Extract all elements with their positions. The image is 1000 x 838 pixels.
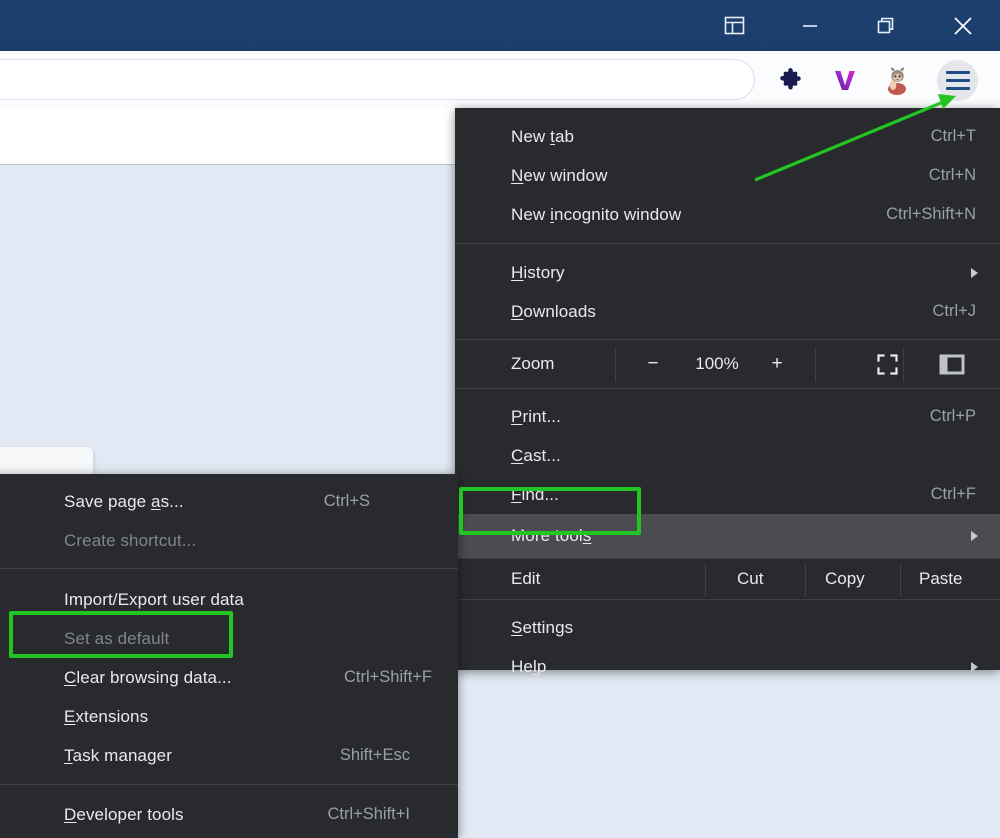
menu-row-zoom: Zoom − 100% + — [455, 339, 1000, 389]
menu-item-label: New tab — [511, 126, 575, 146]
side-panel-icon[interactable] — [903, 354, 1000, 375]
menu-item-accelerator: Shift+Esc — [339, 746, 410, 764]
menu-item-help[interactable]: Help — [455, 647, 1000, 686]
zoom-in-button[interactable]: + — [759, 353, 795, 375]
main-menu-hamburger-icon[interactable] — [937, 60, 978, 101]
zoom-level-value: 100% — [695, 354, 739, 373]
address-bar[interactable] — [0, 59, 755, 100]
cut-button[interactable]: Cut — [737, 569, 763, 589]
menu-item-accelerator: Ctrl+Shift+F — [343, 668, 432, 686]
profile-avatar-icon[interactable] — [879, 62, 915, 98]
menu-item-import-export-user-data[interactable]: Import/Export user data — [0, 580, 458, 619]
browser-window: New tab Ctrl+T New window Ctrl+N New inc… — [0, 0, 1000, 838]
menu-item-task-manager[interactable]: Task manager Shift+Esc — [0, 736, 458, 775]
menu-item-new-tab[interactable]: New tab Ctrl+T — [455, 117, 1000, 156]
menu-item-label: Save page as... — [64, 491, 184, 511]
menu-item-label: More tools — [511, 526, 592, 545]
menu-item-label: Downloads — [511, 301, 597, 321]
menu-item-label: Extensions — [64, 706, 149, 726]
restore-icon[interactable] — [848, 0, 923, 51]
menu-item-accelerator: Ctrl+F — [930, 485, 976, 503]
chevron-right-icon — [971, 531, 978, 541]
minimize-icon[interactable] — [772, 0, 847, 51]
zoom-divider — [815, 348, 816, 382]
vivaldi-v-icon[interactable] — [827, 62, 863, 98]
menu-item-accelerator: Ctrl+N — [928, 166, 976, 184]
menu-item-label: Create shortcut... — [64, 530, 197, 550]
menu-item-label: Import/Export user data — [64, 589, 244, 609]
zoom-divider — [615, 348, 616, 382]
menu-item-label: Print... — [511, 406, 561, 426]
menu-item-label: History — [511, 262, 565, 282]
menu-item-label: Find... — [511, 484, 559, 504]
panel-layout-icon[interactable] — [697, 0, 772, 51]
menu-item-clear-browsing-data[interactable]: Clear browsing data... Ctrl+Shift+F — [0, 658, 458, 697]
edit-label: Edit — [511, 569, 541, 588]
menu-item-label: Settings — [511, 617, 574, 637]
menu-item-save-page-as[interactable]: Save page as... Ctrl+S — [0, 482, 458, 521]
menu-item-more-tools[interactable]: More tools — [455, 514, 1000, 558]
menu-item-extensions[interactable]: Extensions — [0, 697, 458, 736]
menu-item-label: Help — [511, 656, 547, 676]
menu-item-developer-tools[interactable]: Developer tools Ctrl+Shift+I — [0, 795, 458, 834]
menu-item-label: Task manager — [64, 745, 172, 765]
menu-item-find[interactable]: Find... Ctrl+F — [455, 475, 1000, 514]
menu-item-label: New incognito window — [511, 204, 682, 224]
menu-item-label: New window — [511, 165, 608, 185]
menu-item-accelerator: Ctrl+T — [930, 127, 976, 145]
menu-item-accelerator: Ctrl+Shift+N — [886, 205, 976, 223]
menu-item-print[interactable]: Print... Ctrl+P — [455, 397, 1000, 436]
hamburger-line — [945, 79, 970, 82]
extensions-puzzle-icon[interactable] — [772, 62, 808, 98]
menu-item-label: Cast... — [511, 445, 561, 465]
menu-item-label: Developer tools — [64, 804, 184, 824]
menu-item-set-as-default: Set as default — [0, 619, 458, 658]
zoom-label: Zoom — [511, 354, 555, 373]
chevron-right-icon — [971, 267, 978, 278]
menu-item-settings[interactable]: Settings — [455, 608, 1000, 647]
menu-item-cast[interactable]: Cast... — [455, 436, 1000, 475]
edit-divider — [900, 563, 901, 597]
chevron-right-icon — [971, 661, 978, 672]
browser-main-menu: New tab Ctrl+T New window Ctrl+N New inc… — [455, 108, 1000, 676]
menu-item-label: Clear browsing data... — [64, 667, 232, 687]
zoom-out-button[interactable]: − — [633, 353, 673, 375]
menu-item-accelerator: Ctrl+P — [929, 407, 976, 425]
close-icon[interactable] — [925, 0, 1000, 51]
hamburger-line — [945, 71, 970, 74]
more-tools-submenu: Save page as... Ctrl+S Create shortcut..… — [0, 474, 458, 838]
menu-item-label: Set as default — [64, 628, 170, 648]
menu-item-create-shortcut: Create shortcut... — [0, 521, 458, 560]
menu-item-new-incognito-window[interactable]: New incognito window Ctrl+Shift+N — [455, 195, 1000, 234]
menu-item-accelerator: Ctrl+Shift+I — [327, 805, 410, 823]
menu-row-edit: Edit Cut Copy Paste — [455, 558, 1000, 600]
edit-divider — [705, 563, 706, 597]
menu-item-accelerator: Ctrl+J — [932, 302, 976, 320]
menu-item-new-window[interactable]: New window Ctrl+N — [455, 156, 1000, 195]
menu-item-accelerator: Ctrl+S — [323, 492, 370, 510]
copy-button[interactable]: Copy — [825, 569, 865, 589]
edit-divider — [805, 563, 806, 597]
hamburger-line — [945, 87, 970, 90]
paste-button[interactable]: Paste — [919, 569, 962, 589]
menu-item-downloads[interactable]: Downloads Ctrl+J — [455, 292, 1000, 331]
window-title-bar — [0, 0, 1000, 51]
menu-item-history[interactable]: History — [455, 253, 1000, 292]
